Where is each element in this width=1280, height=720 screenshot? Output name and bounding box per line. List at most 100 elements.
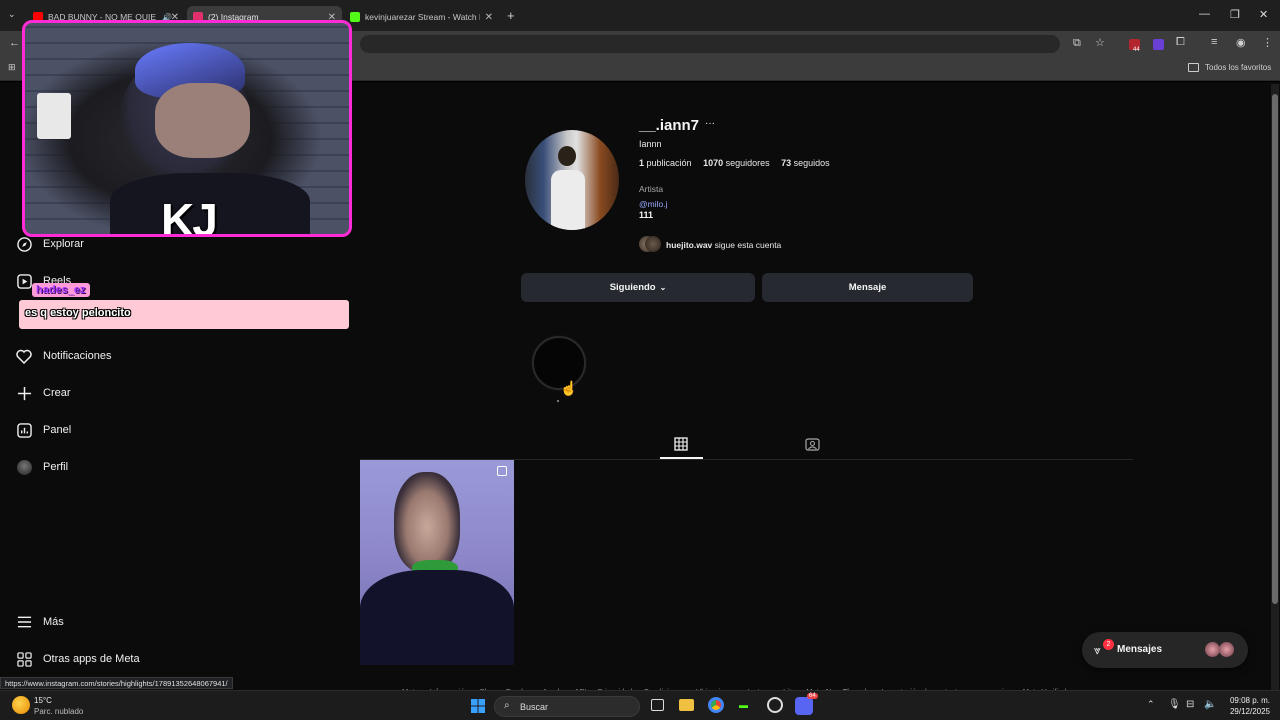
network-icon[interactable]: ⊟	[1186, 699, 1194, 710]
profile-username: __.iann7	[639, 117, 700, 134]
task-view-icon[interactable]	[651, 699, 664, 711]
following-stat[interactable]: 73 seguidos	[781, 158, 830, 168]
direct-message-icon: ⩔	[1094, 643, 1101, 657]
weather-icon[interactable]	[12, 696, 30, 714]
bio-mention-link[interactable]: @milo.j	[639, 199, 667, 209]
meta-apps-icon	[16, 651, 32, 667]
new-tab-button[interactable]: +	[507, 8, 515, 23]
microphone-icon[interactable]: 🎙	[1168, 699, 1181, 710]
nav-label: Crear	[43, 387, 71, 399]
nav-more[interactable]: Más	[16, 614, 64, 630]
post-thumbnail[interactable]	[360, 460, 514, 665]
scrollbar-thumb[interactable]	[1272, 94, 1278, 604]
nav-label: Panel	[43, 424, 72, 436]
chat-message-bubble: es q estoy peloncito	[19, 300, 349, 329]
nav-notifications[interactable]: Notificaciones	[16, 348, 111, 364]
weather-text: Parc. nublado	[34, 707, 84, 716]
scrollbar[interactable]	[1271, 84, 1279, 690]
compass-icon	[16, 236, 32, 252]
nav-explore[interactable]: Explorar	[16, 236, 84, 252]
hamburger-icon	[16, 614, 32, 630]
folder-icon	[1188, 63, 1199, 72]
tray-chevron-icon[interactable]: ⌃	[1147, 699, 1155, 710]
heart-icon	[16, 348, 32, 364]
tab-tagged[interactable]	[805, 437, 820, 456]
webcam-overlay: KJ	[22, 20, 352, 237]
profile-avatar[interactable]	[525, 130, 619, 230]
profile-icon[interactable]: ◉	[1236, 36, 1246, 49]
chat-message-text: es q estoy peloncito	[25, 307, 131, 319]
nav-panel[interactable]: Panel	[16, 422, 71, 438]
tab-kick[interactable]: kevinjuarezar Stream - Watch Li ✕	[344, 6, 499, 28]
discord-icon[interactable]	[795, 697, 813, 715]
nav-label: Perfil	[43, 461, 69, 473]
apps-grid-icon[interactable]: ⊞	[8, 62, 16, 73]
install-app-icon[interactable]: ⧉	[1073, 37, 1081, 50]
active-tab-indicator	[660, 457, 703, 459]
plus-icon	[16, 385, 32, 401]
kick-app-icon[interactable]: ▬	[739, 700, 748, 710]
all-bookmarks-link[interactable]: Todos los favoritos	[1205, 63, 1271, 72]
menu-dots-icon[interactable]: ⋮	[1262, 36, 1273, 49]
button-label: Siguiendo	[609, 282, 656, 293]
chrome-icon[interactable]	[708, 697, 724, 713]
grid-icon	[674, 437, 688, 451]
bookmark-star-icon[interactable]: ☆	[1095, 36, 1105, 49]
media-control-icon[interactable]: ≡	[1211, 36, 1217, 48]
streamer-tag: KJ	[161, 194, 218, 237]
profile-full-name: Iannn	[639, 139, 662, 149]
nav-profile[interactable]: Perfil	[16, 459, 68, 475]
nav-label: Explorar	[43, 238, 84, 250]
messages-pill[interactable]: ⩔ 2 Mensajes	[1082, 632, 1248, 668]
obs-icon[interactable]	[767, 697, 783, 713]
mouse-cursor-icon: ☝	[560, 380, 578, 396]
restore-icon[interactable]: ❐	[1230, 8, 1240, 21]
posts-stat[interactable]: 1 publicación	[639, 158, 692, 168]
streamer-face	[155, 83, 250, 158]
messages-label: Mensajes	[1117, 644, 1163, 655]
followed-by-text[interactable]: huejito.wav sigue esta cuenta	[666, 240, 781, 250]
dashboard-icon	[16, 422, 32, 438]
profile-stats: 1 publicación 1070 seguidores 73 seguido…	[639, 158, 830, 168]
profile-category: Artista	[639, 184, 664, 194]
search-icon: ⌕	[504, 700, 510, 711]
close-window-icon[interactable]: ✕	[1259, 8, 1268, 21]
back-icon[interactable]: ←	[9, 37, 20, 49]
tab-posts-grid[interactable]	[674, 437, 688, 456]
tab-search-icon[interactable]: ⌄	[8, 9, 16, 20]
chevron-down-icon: ⌄	[659, 283, 667, 292]
clock-date[interactable]: 29/12/2025	[1224, 707, 1270, 716]
url-field[interactable]	[360, 35, 1060, 53]
status-bar-url: https://www.instagram.com/stories/highli…	[0, 677, 233, 689]
reels-icon	[16, 273, 32, 289]
nav-label: Otras apps de Meta	[43, 653, 140, 665]
windows-start-icon[interactable]	[471, 699, 485, 713]
avatar	[16, 459, 32, 475]
story-highlight[interactable]	[532, 336, 586, 390]
highlight-label-dot	[557, 400, 559, 402]
button-label: Mensaje	[848, 282, 887, 293]
twitch-extension-icon[interactable]	[1153, 39, 1164, 50]
volume-icon[interactable]: 🔈	[1204, 699, 1216, 710]
profile-bio: 111	[639, 210, 654, 220]
more-options-icon[interactable]: ···	[705, 118, 715, 129]
taskbar-search[interactable]: ⌕ Buscar	[494, 696, 640, 717]
followed-by-avatars	[639, 236, 661, 253]
close-icon[interactable]: ✕	[485, 12, 493, 23]
nav-meta-apps[interactable]: Otras apps de Meta	[16, 651, 140, 667]
extensions-puzzle-icon[interactable]: ⧠	[1176, 36, 1185, 49]
extension-badge: 44	[1133, 47, 1140, 53]
nav-create[interactable]: Crear	[16, 385, 71, 401]
avatar	[1205, 642, 1220, 657]
clock-time[interactable]: 09:08 p. m.	[1228, 696, 1270, 705]
following-button[interactable]: Siguiendo ⌄	[521, 273, 755, 302]
file-explorer-icon[interactable]	[679, 699, 694, 711]
message-button[interactable]: Mensaje	[762, 273, 973, 302]
windows-taskbar: 15°C Parc. nublado ⌕ Buscar ▬ 64 ⌃ 🎙 ⊟ 🔈…	[0, 690, 1280, 720]
kick-icon	[350, 12, 360, 22]
search-placeholder: Buscar	[520, 702, 549, 712]
followed-by-user[interactable]: huejito.wav	[666, 240, 712, 250]
temperature: 15°C	[34, 696, 52, 705]
followers-stat[interactable]: 1070 seguidores	[703, 158, 770, 168]
minimize-icon[interactable]: —	[1199, 8, 1210, 20]
